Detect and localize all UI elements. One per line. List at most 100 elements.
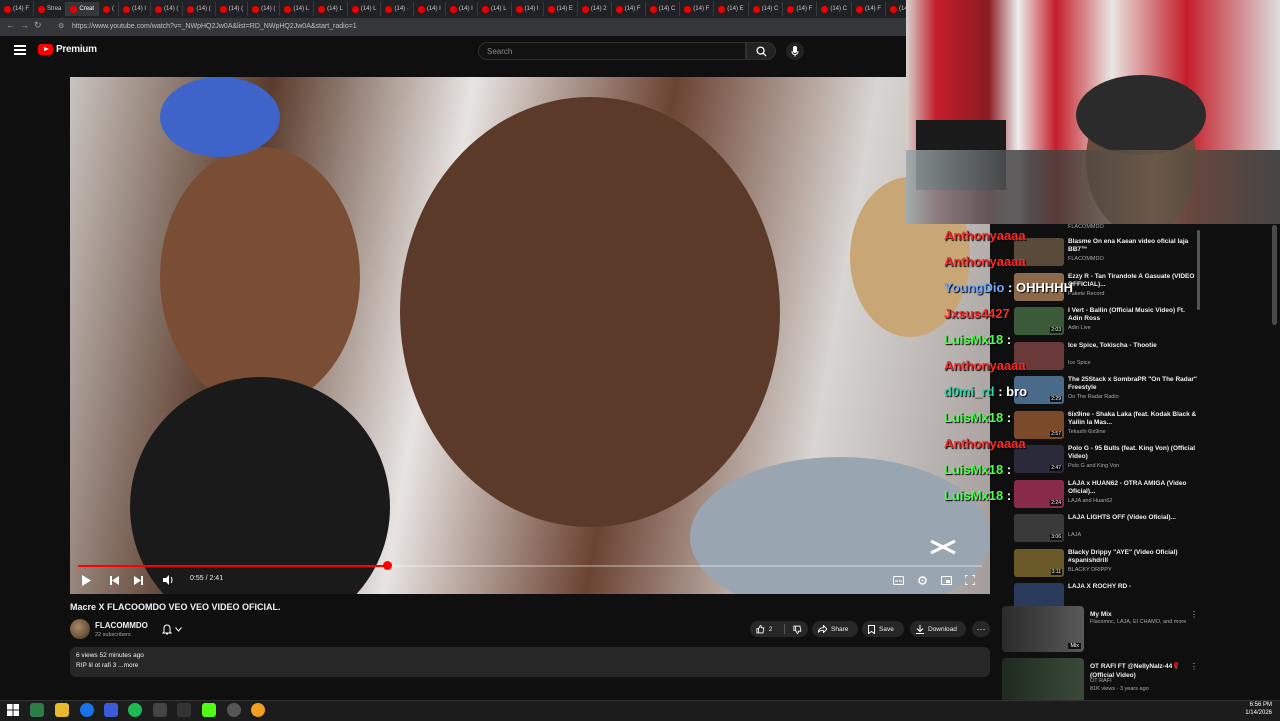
channel-avatar[interactable] bbox=[70, 619, 90, 639]
browser-tab[interactable]: (14) F bbox=[612, 2, 646, 16]
recommended-thumbnail[interactable] bbox=[1002, 658, 1084, 704]
browser-tab[interactable]: (14) C bbox=[749, 2, 784, 16]
pen-icon[interactable] bbox=[153, 703, 167, 717]
system-clock[interactable]: 6:56 PM 1/14/2026 bbox=[1245, 701, 1272, 717]
subtitles-button[interactable] bbox=[891, 573, 905, 587]
taskbar-app-icon-3[interactable] bbox=[251, 703, 265, 717]
thumbs-down-icon[interactable] bbox=[793, 625, 802, 634]
browser-tab[interactable]: Strea bbox=[34, 2, 67, 16]
browser-tab[interactable]: (14) I bbox=[446, 2, 478, 16]
recommended-video[interactable]: Mix My Mix Flacomnc, LAJA, El CHAMO, and m… bbox=[1002, 606, 1198, 652]
reload-icon[interactable]: ↻ bbox=[34, 20, 42, 31]
spotify-icon[interactable] bbox=[128, 703, 142, 717]
browser-tab[interactable]: (14) F bbox=[852, 2, 887, 16]
browser-tab[interactable]: (14) E bbox=[714, 2, 749, 16]
capcut-icon[interactable] bbox=[177, 703, 191, 717]
playlist-item-title[interactable]: Ice Spice, Tokischa - Thootie bbox=[1068, 342, 1198, 350]
recommended-video[interactable]: OT RAFI FT @NellyNalz-44🌹 (Official Vide… bbox=[1002, 658, 1198, 704]
taskbar-app-icon[interactable] bbox=[30, 703, 44, 717]
video-player[interactable] bbox=[70, 77, 990, 594]
like-button[interactable]: 2 bbox=[750, 621, 808, 637]
browser-tab[interactable]: (14) L bbox=[280, 2, 315, 16]
tab-favicon-icon bbox=[515, 5, 523, 13]
download-button[interactable]: Download bbox=[910, 621, 966, 637]
playlist-item-title[interactable]: LAJA LIGHTS OFF (Video Oficial)... bbox=[1068, 514, 1198, 522]
back-icon[interactable]: ← bbox=[6, 20, 15, 30]
browser-tab[interactable]: (14) ( bbox=[248, 2, 281, 16]
browser-tab[interactable]: (14) C bbox=[646, 2, 681, 16]
browser-tab[interactable]: (14) F bbox=[680, 2, 715, 16]
browser-tab[interactable]: (14) L bbox=[478, 2, 512, 16]
playlist-item-title[interactable]: The 25Stack x SombraPR "On The Radar" Fr… bbox=[1068, 376, 1198, 392]
chat-username: LuisMx18 bbox=[944, 462, 1004, 477]
page-scrollbar[interactable] bbox=[1272, 225, 1277, 325]
browser-tab[interactable]: (14) I bbox=[414, 2, 446, 16]
recommended-title[interactable]: My Mix bbox=[1090, 610, 1186, 619]
url-field[interactable]: https://www.youtube.com/watch?v=_NWpHQ2J… bbox=[72, 21, 357, 33]
tab-favicon-icon bbox=[252, 5, 260, 13]
share-button[interactable]: Share bbox=[812, 621, 858, 637]
browser-tab[interactable]: (14) C bbox=[817, 2, 852, 16]
miniplayer-button[interactable] bbox=[939, 573, 953, 587]
playlist-thumbnail[interactable]: 3:06 bbox=[1014, 514, 1064, 542]
taskbar-app-icon-2[interactable] bbox=[104, 703, 118, 717]
chrome-icon[interactable] bbox=[80, 703, 94, 717]
play-button[interactable] bbox=[79, 573, 93, 587]
browser-tab[interactable]: (14) ( bbox=[183, 2, 216, 16]
forward-icon[interactable]: → bbox=[20, 20, 29, 30]
description-box[interactable] bbox=[70, 647, 990, 677]
browser-tab[interactable]: (14) F bbox=[783, 2, 818, 16]
more-vertical-icon[interactable]: ⋮ bbox=[1190, 662, 1198, 671]
playlist-item[interactable]: 3:11 Blacky Drippy "AYE" (Video Oficial) … bbox=[1012, 547, 1202, 581]
playlist-item-title[interactable]: Polo G - 95 Bulls (feat. King Von) (Offi… bbox=[1068, 445, 1198, 461]
youtube-premium-logo[interactable]: Premium bbox=[38, 44, 97, 55]
browser-tab[interactable]: (14) ( bbox=[216, 2, 249, 16]
playlist-scrollbar[interactable] bbox=[1197, 230, 1200, 310]
channel-name[interactable]: FLACOMMDO bbox=[95, 621, 148, 630]
playlist-item-title[interactable]: Ezzy R - Tan Tirandole A Gasuate (VIDEO … bbox=[1068, 273, 1198, 289]
browser-tab[interactable]: Creat bbox=[66, 2, 100, 16]
more-actions-button[interactable]: ⋯ bbox=[972, 621, 990, 637]
playlist-thumbnail[interactable]: 3:11 bbox=[1014, 548, 1064, 577]
search-button[interactable] bbox=[746, 42, 776, 60]
playlist-item-title[interactable]: LAJA x HUAN62 - OTRA AMIGA (Video Oficia… bbox=[1068, 480, 1198, 496]
kick-icon[interactable] bbox=[202, 703, 216, 717]
browser-tab[interactable]: (14) ( bbox=[151, 2, 184, 16]
subscriber-count: 22 subscribers bbox=[95, 632, 131, 638]
progress-scrubber[interactable] bbox=[383, 561, 392, 570]
playlist-item-title[interactable]: Blacky Drippy "AYE" (Video Oficial) #spa… bbox=[1068, 549, 1198, 565]
previous-button[interactable] bbox=[107, 573, 121, 587]
volume-button[interactable] bbox=[161, 573, 175, 587]
playlist-item-title[interactable]: LAJA X ROCHY RD - bbox=[1068, 583, 1198, 591]
browser-tab[interactable]: (14) I bbox=[512, 2, 544, 16]
description-text[interactable]: RIP lil ot rafi 3 ...more bbox=[76, 662, 138, 669]
notification-bell-button[interactable] bbox=[162, 622, 192, 636]
browser-tab[interactable]: (14) · bbox=[381, 2, 414, 16]
voice-search-button[interactable] bbox=[786, 42, 804, 60]
site-info-icon[interactable]: ⚙ bbox=[58, 22, 64, 30]
obs-icon[interactable] bbox=[227, 703, 241, 717]
save-button[interactable]: Save bbox=[862, 621, 904, 637]
recommended-thumbnail[interactable]: Mix bbox=[1002, 606, 1084, 652]
browser-tab[interactable]: (14) L bbox=[348, 2, 382, 16]
browser-tab[interactable]: (14) 2 bbox=[578, 2, 612, 16]
browser-tab[interactable]: (14) E bbox=[544, 2, 578, 16]
file-explorer-icon[interactable] bbox=[55, 703, 69, 717]
playlist-item-title[interactable]: 6ix9ine - Shaka Laka (feat. Kodak Black … bbox=[1068, 411, 1198, 427]
start-button[interactable] bbox=[7, 703, 21, 717]
browser-tab[interactable]: (14) I bbox=[119, 2, 152, 16]
menu-icon[interactable] bbox=[14, 45, 26, 55]
recommended-channel: Flacomnc, LAJA, El CHAMO, and more bbox=[1090, 619, 1187, 625]
more-vertical-icon[interactable]: ⋮ bbox=[1190, 610, 1198, 619]
settings-button[interactable] bbox=[915, 573, 929, 587]
next-button[interactable] bbox=[131, 573, 145, 587]
browser-tab[interactable]: (14) L bbox=[314, 2, 348, 16]
browser-tab[interactable]: (14) F bbox=[0, 2, 35, 16]
chat-message: LuisMx18 : bbox=[944, 410, 1011, 425]
browser-tab[interactable]: ( bbox=[99, 2, 120, 16]
playlist-item-title[interactable]: Blasme On ena Kaean video oficial laja B… bbox=[1068, 238, 1198, 254]
fullscreen-button[interactable] bbox=[963, 573, 977, 587]
playlist-item-channel: LAJA and Huan62 bbox=[1068, 497, 1113, 504]
playlist-item-title[interactable]: I Vert - Ballin (Official Music Video) F… bbox=[1068, 307, 1198, 323]
search-input[interactable]: Search bbox=[478, 42, 746, 60]
